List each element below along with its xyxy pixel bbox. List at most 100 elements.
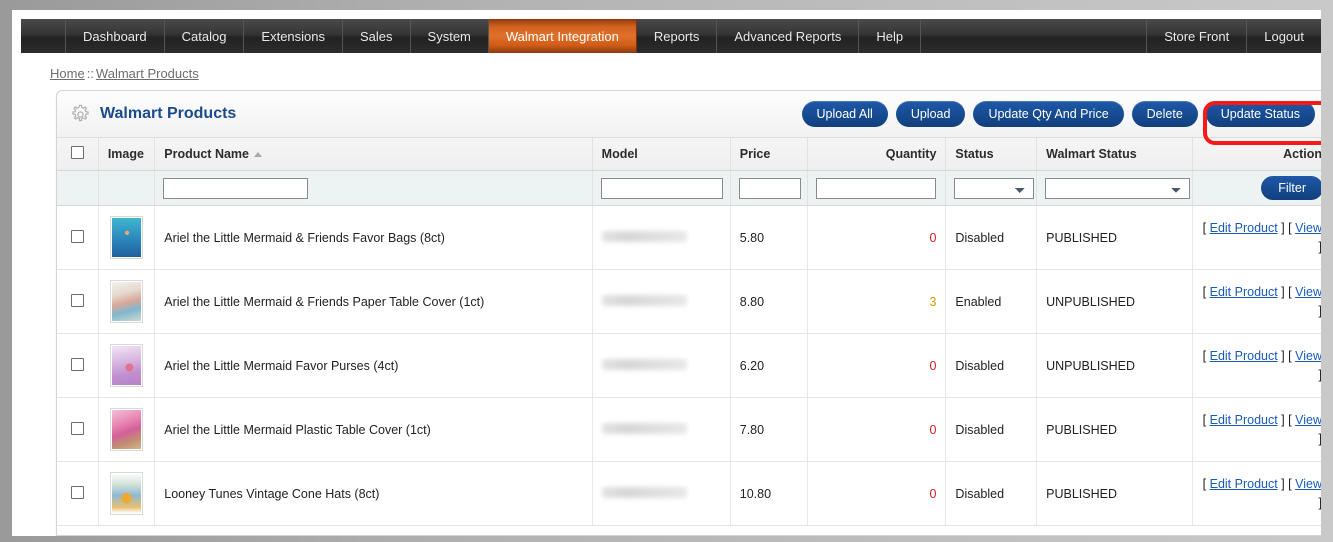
- nav-item-catalog[interactable]: Catalog: [165, 19, 245, 53]
- action-cell: [ Edit Product ] [ View ]: [1192, 397, 1321, 462]
- select-all-column: [57, 138, 99, 171]
- model-column[interactable]: Model: [592, 138, 731, 171]
- status-filter-select[interactable]: [954, 177, 1035, 199]
- nav-item-help[interactable]: Help: [859, 19, 922, 53]
- image-column[interactable]: Image: [98, 138, 156, 171]
- quantity-filter-input[interactable]: [816, 177, 937, 199]
- sort-ascending-icon[interactable]: [254, 152, 262, 158]
- status-cell: Disabled: [945, 397, 1038, 462]
- main-navigation: Dashboard Catalog Extensions Sales System Wal…: [21, 19, 1321, 53]
- browser-viewport: Dashboard Catalog Extensions Sales System Wal…: [12, 10, 1321, 536]
- status-cell: Disabled: [945, 461, 1038, 526]
- nav-item-store-front[interactable]: Store Front: [1146, 19, 1246, 53]
- product-image-cell: [98, 333, 156, 398]
- bracket-close: ]: [1281, 413, 1285, 428]
- nav-item-extensions[interactable]: Extensions: [244, 19, 344, 53]
- action-column-label: Action: [1283, 147, 1321, 161]
- row-select-cell: [57, 397, 99, 462]
- price-column[interactable]: Price: [730, 138, 809, 171]
- edit-product-link[interactable]: Edit Product: [1210, 285, 1278, 299]
- ariel-mermaid-favor-purses-thumbnail: [112, 346, 142, 385]
- price-filter-input[interactable]: [738, 177, 801, 199]
- model-cell: [592, 205, 731, 270]
- bracket-close: ]: [1281, 285, 1285, 300]
- row-select-checkbox[interactable]: [70, 485, 84, 499]
- model-filter-input-cell: [592, 170, 731, 206]
- edit-product-link[interactable]: Edit Product: [1210, 413, 1278, 427]
- product-thumbnail-frame: [110, 216, 144, 259]
- price-cell: 10.80: [730, 461, 809, 526]
- bracket-open: [: [1288, 221, 1292, 236]
- status-column[interactable]: Status: [945, 138, 1038, 171]
- nav-item-walmart-integration[interactable]: Walmart Integration: [488, 19, 637, 53]
- product-name-column[interactable]: Product Name: [154, 138, 593, 171]
- nav-right-items: Store Front Logout: [1146, 19, 1321, 53]
- panel-action-buttons: Upload All Upload Update Qty And Price Dele…: [801, 101, 1321, 127]
- table-row: Looney Tunes Vintage Cone Hats (8ct) 10.8…: [57, 461, 1321, 526]
- row-select-checkbox[interactable]: [70, 229, 84, 243]
- edit-product-link[interactable]: Edit Product: [1210, 477, 1278, 491]
- nav-item-dashboard[interactable]: Dashboard: [65, 19, 165, 53]
- row-select-checkbox[interactable]: [70, 421, 84, 435]
- walmart-status-cell: PUBLISHED: [1036, 205, 1194, 270]
- bracket-open: [: [1202, 413, 1207, 428]
- row-select-checkbox[interactable]: [70, 357, 84, 371]
- action-cell: [ Edit Product ] [ View ]: [1192, 461, 1321, 526]
- nav-item-reports[interactable]: Reports: [637, 19, 718, 53]
- quantity-cell: 0: [807, 461, 947, 526]
- screenshot-frame: Dashboard Catalog Extensions Sales System Wal…: [0, 0, 1333, 542]
- delete-button[interactable]: Delete: [1131, 101, 1198, 127]
- redacted-model-value: [601, 294, 688, 306]
- panel-header: Walmart Products Upload All Upload Update …: [57, 91, 1321, 138]
- bracket-open: [: [1202, 221, 1207, 236]
- nav-item-logout[interactable]: Logout: [1246, 19, 1321, 53]
- row-select-checkbox[interactable]: [70, 293, 84, 307]
- edit-product-link[interactable]: Edit Product: [1210, 221, 1278, 235]
- product-name-cell: Ariel the Little Mermaid Plastic Table C…: [154, 397, 593, 462]
- status-filter-select-cell: [945, 170, 1038, 206]
- quantity-filter-input-cell: [807, 170, 947, 206]
- view-link[interactable]: View: [1295, 477, 1321, 491]
- quantity-column[interactable]: Quantity: [807, 138, 947, 171]
- walmart-status-column[interactable]: Walmart Status: [1036, 138, 1194, 171]
- nav-left-spacer: [21, 19, 65, 53]
- table-row: Ariel the Little Mermaid Plastic Table C…: [57, 397, 1321, 462]
- breadcrumb-current-link[interactable]: Walmart Products: [96, 66, 199, 81]
- nav-item-sales[interactable]: Sales: [343, 19, 411, 53]
- filter-checkbox-cell-cell: [57, 170, 99, 206]
- nav-item-advanced-reports[interactable]: Advanced Reports: [717, 19, 860, 53]
- product-name-filter-input-cell: [154, 170, 593, 206]
- walmart-status-cell: PUBLISHED: [1036, 461, 1194, 526]
- upload-all-button[interactable]: Upload All: [801, 101, 888, 127]
- model-cell: [592, 333, 731, 398]
- action-cell: [ Edit Product ] [ View ]: [1192, 205, 1321, 270]
- walmart-status-filter-select-cell: [1036, 170, 1194, 206]
- upload-button[interactable]: Upload: [895, 101, 966, 127]
- select-all-checkbox[interactable]: [70, 146, 84, 159]
- product-image-cell: [98, 205, 156, 270]
- bracket-close: ]: [1319, 304, 1321, 318]
- view-link[interactable]: View: [1295, 221, 1321, 235]
- walmart-status-cell: PUBLISHED: [1036, 397, 1194, 462]
- update-status-button[interactable]: Update Status: [1205, 101, 1315, 127]
- nav-item-system[interactable]: System: [411, 19, 489, 53]
- product-image-cell: [98, 269, 156, 334]
- product-thumbnail-frame: [110, 408, 144, 451]
- update-qty-and-price-button[interactable]: Update Qty And Price: [973, 101, 1124, 127]
- view-link[interactable]: View: [1295, 285, 1321, 299]
- edit-product-link[interactable]: Edit Product: [1210, 349, 1278, 363]
- quantity-cell: 0: [807, 333, 947, 398]
- walmart-status-filter-select[interactable]: [1045, 177, 1191, 199]
- view-link[interactable]: View: [1295, 349, 1321, 363]
- status-cell: Enabled: [945, 269, 1038, 334]
- view-link[interactable]: View: [1295, 413, 1321, 427]
- bracket-open: [: [1202, 349, 1207, 364]
- breadcrumb-home-link[interactable]: Home: [50, 66, 85, 81]
- model-filter-input[interactable]: [600, 177, 723, 199]
- status-column-label: Status: [955, 147, 994, 161]
- action-column[interactable]: Action: [1192, 138, 1321, 171]
- product-name-filter-input[interactable]: [163, 177, 309, 199]
- page-title: Walmart Products: [100, 105, 237, 122]
- filter-button[interactable]: Filter: [1261, 176, 1321, 200]
- bracket-close: ]: [1281, 349, 1285, 364]
